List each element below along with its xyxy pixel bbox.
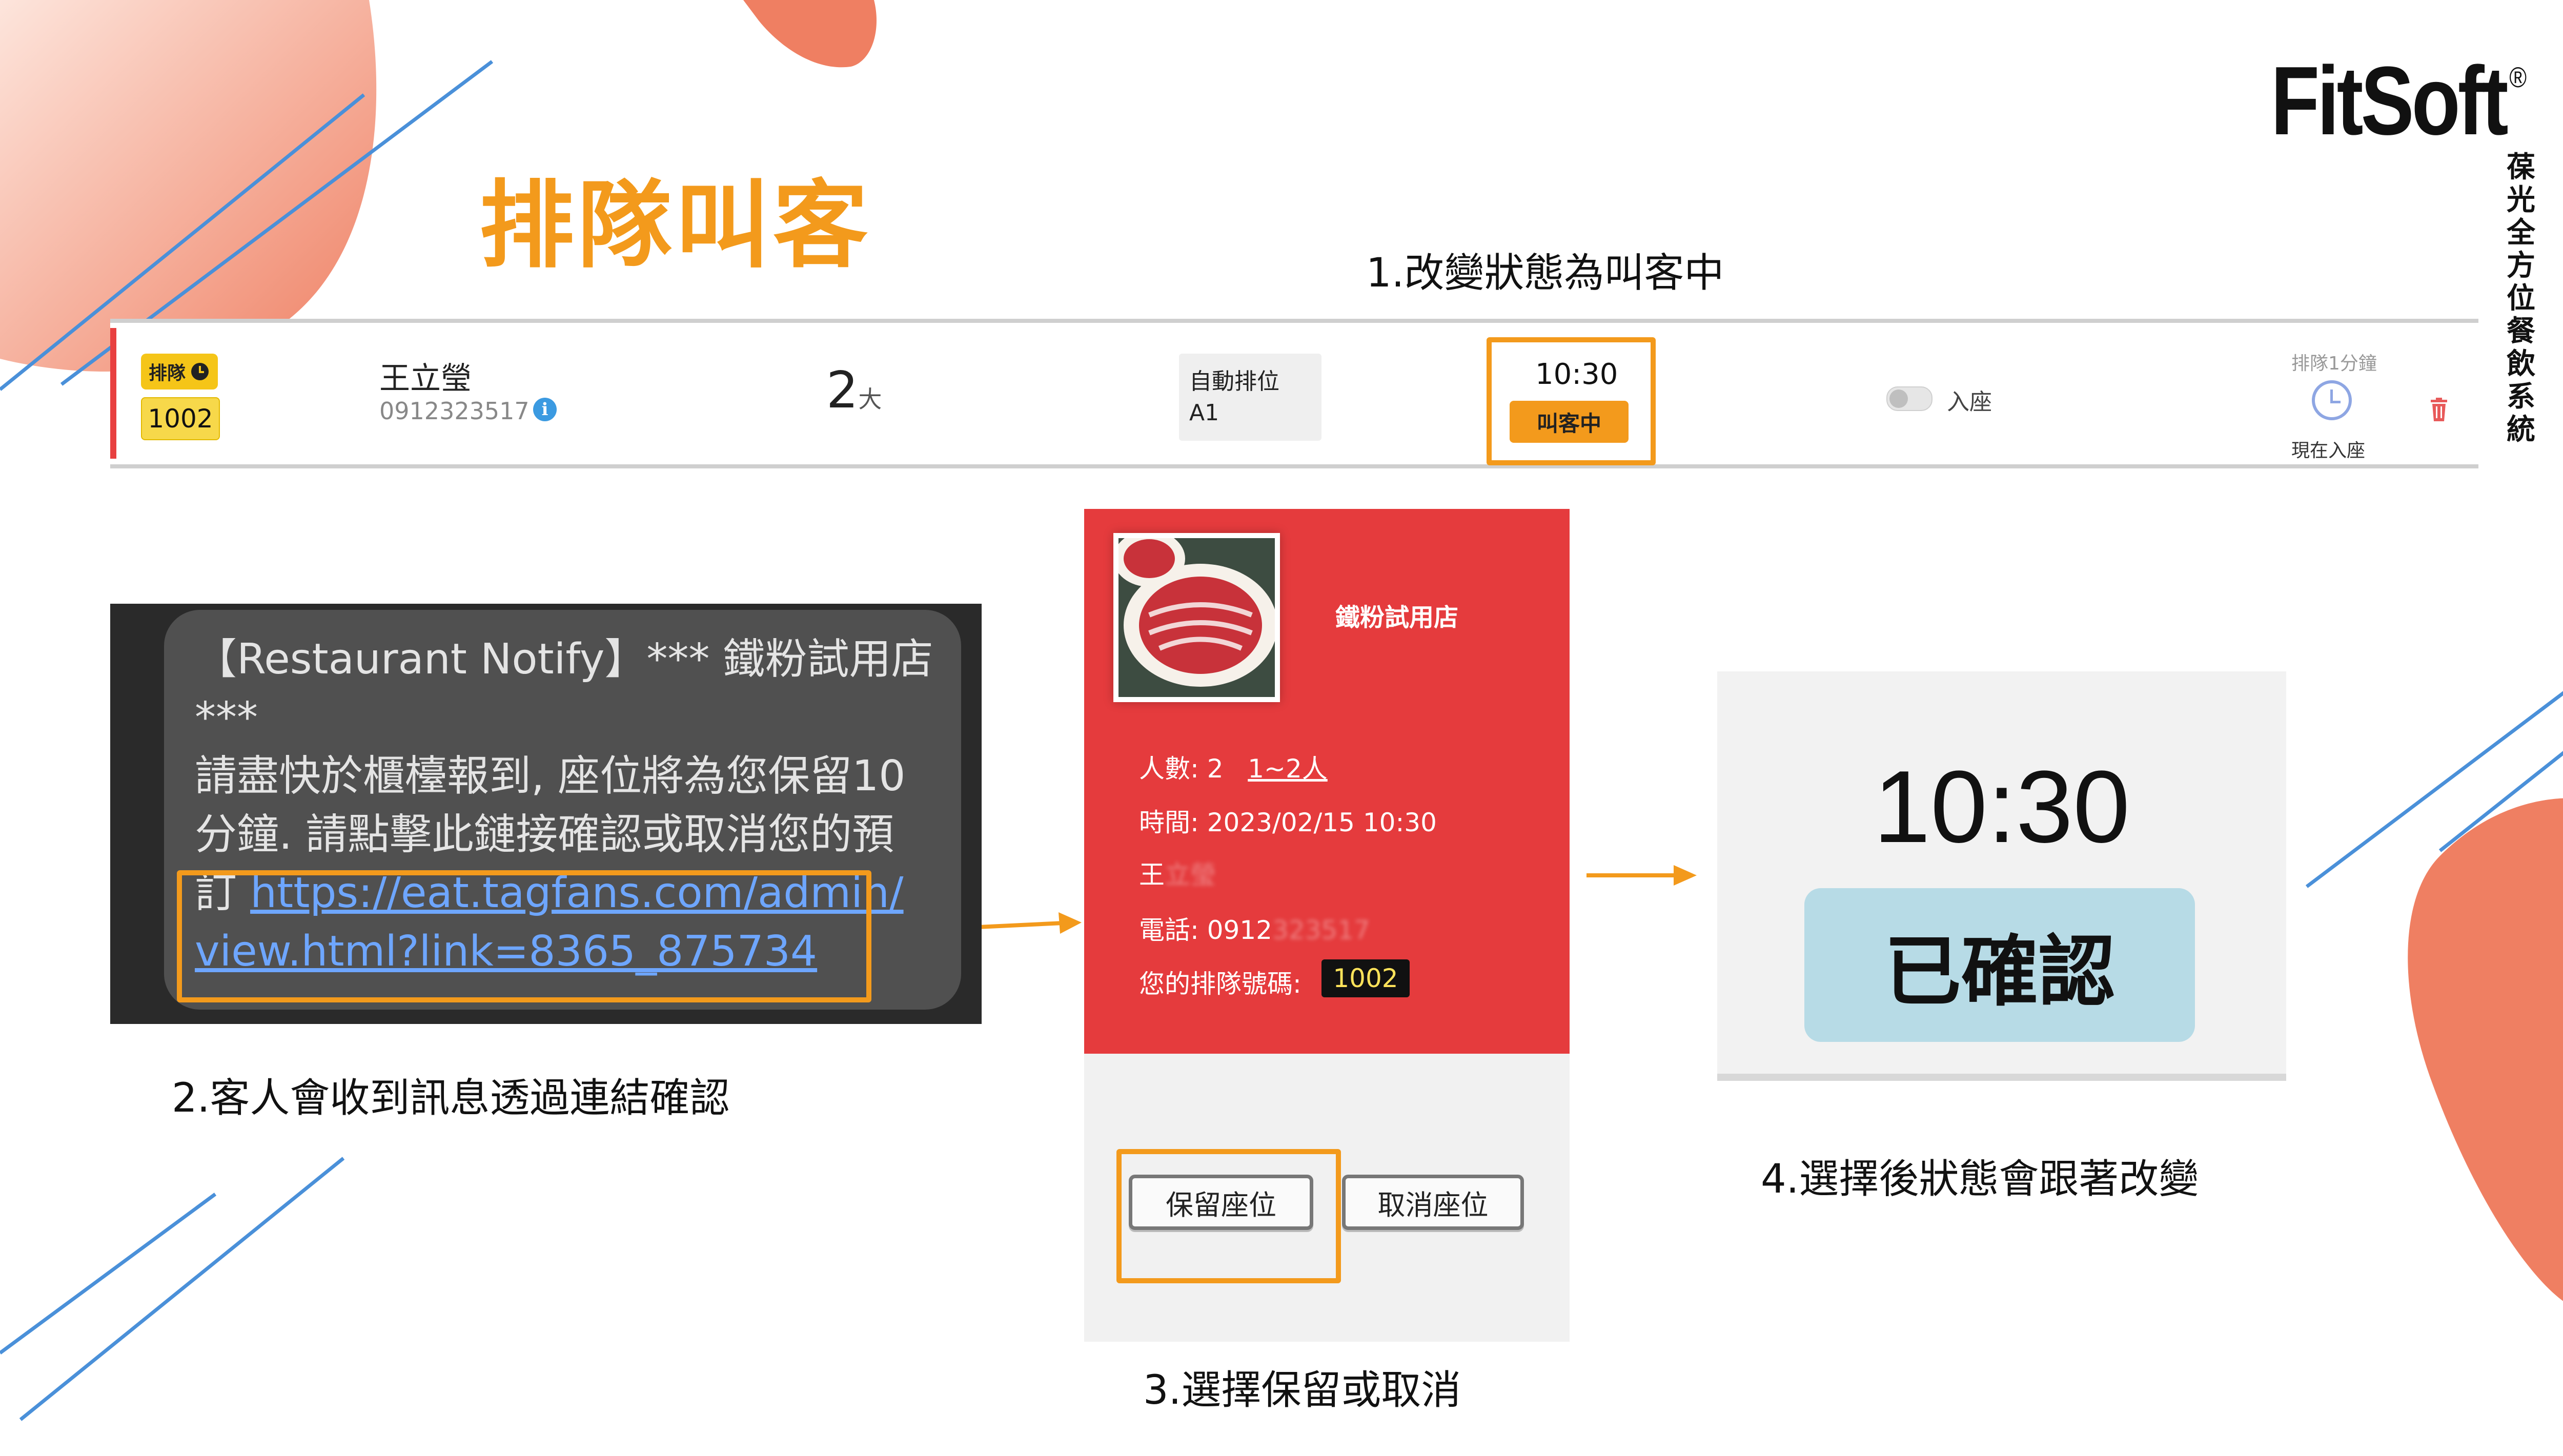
arrow-head-1 [1059, 912, 1082, 934]
seat-toggle-label: 入座 [1947, 389, 1992, 415]
calling-status-button[interactable]: 叫客中 [1510, 401, 1629, 443]
line-3 [0, 1193, 217, 1355]
trash-icon[interactable] [2430, 398, 2448, 421]
customer-name-masked: 王立瑩 [1139, 854, 1216, 891]
queue-number-label: 您的排隊號碼: [1139, 969, 1301, 999]
seat-toggle[interactable] [1886, 386, 1933, 411]
sms-line-2: *** [195, 693, 258, 742]
confirmed-status-badge[interactable]: 已確認 [1804, 888, 2195, 1042]
phone-blurred: 323517 [1272, 915, 1370, 945]
page-title: 排隊叫客 [479, 170, 871, 281]
sms-line-1: 【Restaurant Notify】*** 鐵粉試用店 [195, 635, 933, 684]
party-size: 2大 [826, 361, 882, 420]
keep-seat-button[interactable]: 保留座位 [1129, 1175, 1313, 1230]
seat-now-clock-icon[interactable] [2312, 380, 2352, 420]
wait-duration: 排隊1分鐘 [2291, 353, 2377, 374]
name-prefix: 王 [1139, 860, 1165, 890]
arrow-head-2 [1674, 865, 1697, 886]
customer-name: 王立瑩 [379, 361, 472, 397]
customer-phone: 0912323517 [379, 397, 530, 425]
party-size-unit: 大 [858, 385, 882, 413]
info-icon[interactable]: i [533, 398, 557, 421]
seat-value: A1 [1189, 400, 1219, 426]
confirmed-time: 10:30 [1873, 750, 2130, 864]
reserve-time: 10:30 [1535, 358, 1618, 391]
seat-mode: 自動排位 [1189, 368, 1279, 395]
phone-masked: 電話: 0912323517 [1139, 910, 1370, 947]
step-2-label: 2.客人會收到訊息透過連結確認 [172, 1075, 730, 1121]
reserve-datetime: 時間: 2023/02/15 10:30 [1139, 808, 1437, 837]
blob-right [2408, 798, 2563, 1301]
blob-top [743, 0, 877, 68]
logo-subtitle-vertical: 葆光全方位餐飲系統 [2507, 151, 2535, 446]
step-3-label: 3.選擇保留或取消 [1143, 1367, 1461, 1413]
people-range-link[interactable]: 1~2人 [1248, 754, 1328, 784]
name-blurred: 立瑩 [1165, 860, 1216, 890]
store-name: 鐵粉試用店 [1335, 603, 1459, 632]
people-info: 人數: 2 1~2人 [1139, 748, 1328, 785]
sms-line-3: 請盡快於櫃檯報到, 座位將為您保留10 [195, 752, 906, 801]
seat-now-label: 現在入座 [2291, 440, 2366, 461]
queue-number-badge: 1002 [1321, 959, 1410, 997]
queue-tag-label: 排隊 [148, 363, 186, 384]
sms-link-highlight [177, 870, 871, 1002]
queue-number: 1002 [141, 397, 220, 440]
queue-tag: 排隊 [141, 354, 218, 389]
row-status-stripe [110, 328, 116, 459]
fitsoft-logo: FitSoft ® [2271, 47, 2527, 155]
blob-top-left [0, 0, 377, 372]
line-4 [19, 1157, 345, 1421]
party-size-count: 2 [826, 361, 859, 420]
cancel-seat-button[interactable]: 取消座位 [1342, 1175, 1524, 1230]
clock-icon [191, 363, 209, 380]
sms-line-4: 分鐘. 請點擊此鏈接確認或取消您的預 [195, 810, 894, 859]
people-count: 人數: 2 [1139, 754, 1224, 784]
food-photo [1113, 533, 1280, 702]
step-4-label: 4.選擇後狀態會跟著改變 [1761, 1156, 2199, 1202]
step-1-label: 1.改變狀態為叫客中 [1366, 250, 1724, 296]
phone-prefix: 電話: 0912 [1139, 915, 1272, 945]
